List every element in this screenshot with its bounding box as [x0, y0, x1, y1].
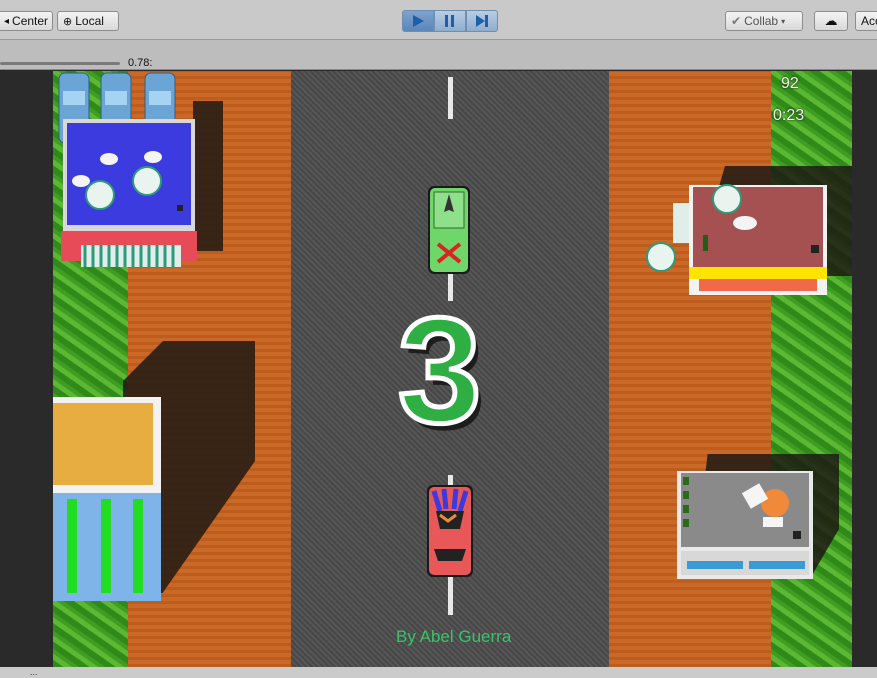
shop-building [53, 397, 163, 602]
step-icon [476, 15, 488, 27]
score-label: 92 [781, 75, 799, 92]
countdown-number: 3 [395, 286, 483, 454]
console-status-bar[interactable]: ... [0, 667, 877, 678]
space-toggle-button[interactable]: ⊕ Local [57, 11, 119, 31]
check-icon: ✔ [731, 14, 742, 28]
pause-icon [445, 15, 454, 27]
chevron-down-icon: ▾ [781, 16, 786, 26]
editor-toolbar: ◂ Center ⊕ Local ✔ Collab ▾ ☁ Acc [0, 0, 877, 40]
playmode-controls [402, 10, 498, 32]
status-text: ... [30, 667, 38, 677]
scale-slider[interactable] [0, 62, 120, 65]
plaza-building [675, 469, 815, 581]
opponent-car [424, 184, 474, 276]
cloud-button[interactable]: ☁ [814, 11, 848, 31]
step-button[interactable] [466, 10, 498, 32]
cafe-building [643, 179, 833, 297]
restaurant-building [53, 71, 198, 271]
cloud-icon: ☁ [824, 13, 838, 28]
scale-value: 0.78: [128, 57, 153, 69]
collab-button[interactable]: ✔ Collab ▾ [725, 11, 803, 31]
timer-label: 0:23 [773, 107, 805, 124]
play-button[interactable] [402, 10, 434, 32]
lane-marking [448, 77, 453, 119]
account-button[interactable]: Acc [855, 11, 877, 31]
pause-button[interactable] [434, 10, 466, 32]
player-car[interactable] [424, 483, 476, 579]
pivot-toggle-button[interactable]: ◂ Center [0, 11, 53, 31]
pivot-icon: ◂ [4, 15, 10, 27]
globe-icon: ⊕ [63, 15, 73, 28]
credit-text: By Abel Guerra [396, 627, 512, 646]
play-icon [413, 15, 424, 27]
game-view[interactable]: 3 92 0:23 By Abel Guerra [53, 71, 852, 667]
